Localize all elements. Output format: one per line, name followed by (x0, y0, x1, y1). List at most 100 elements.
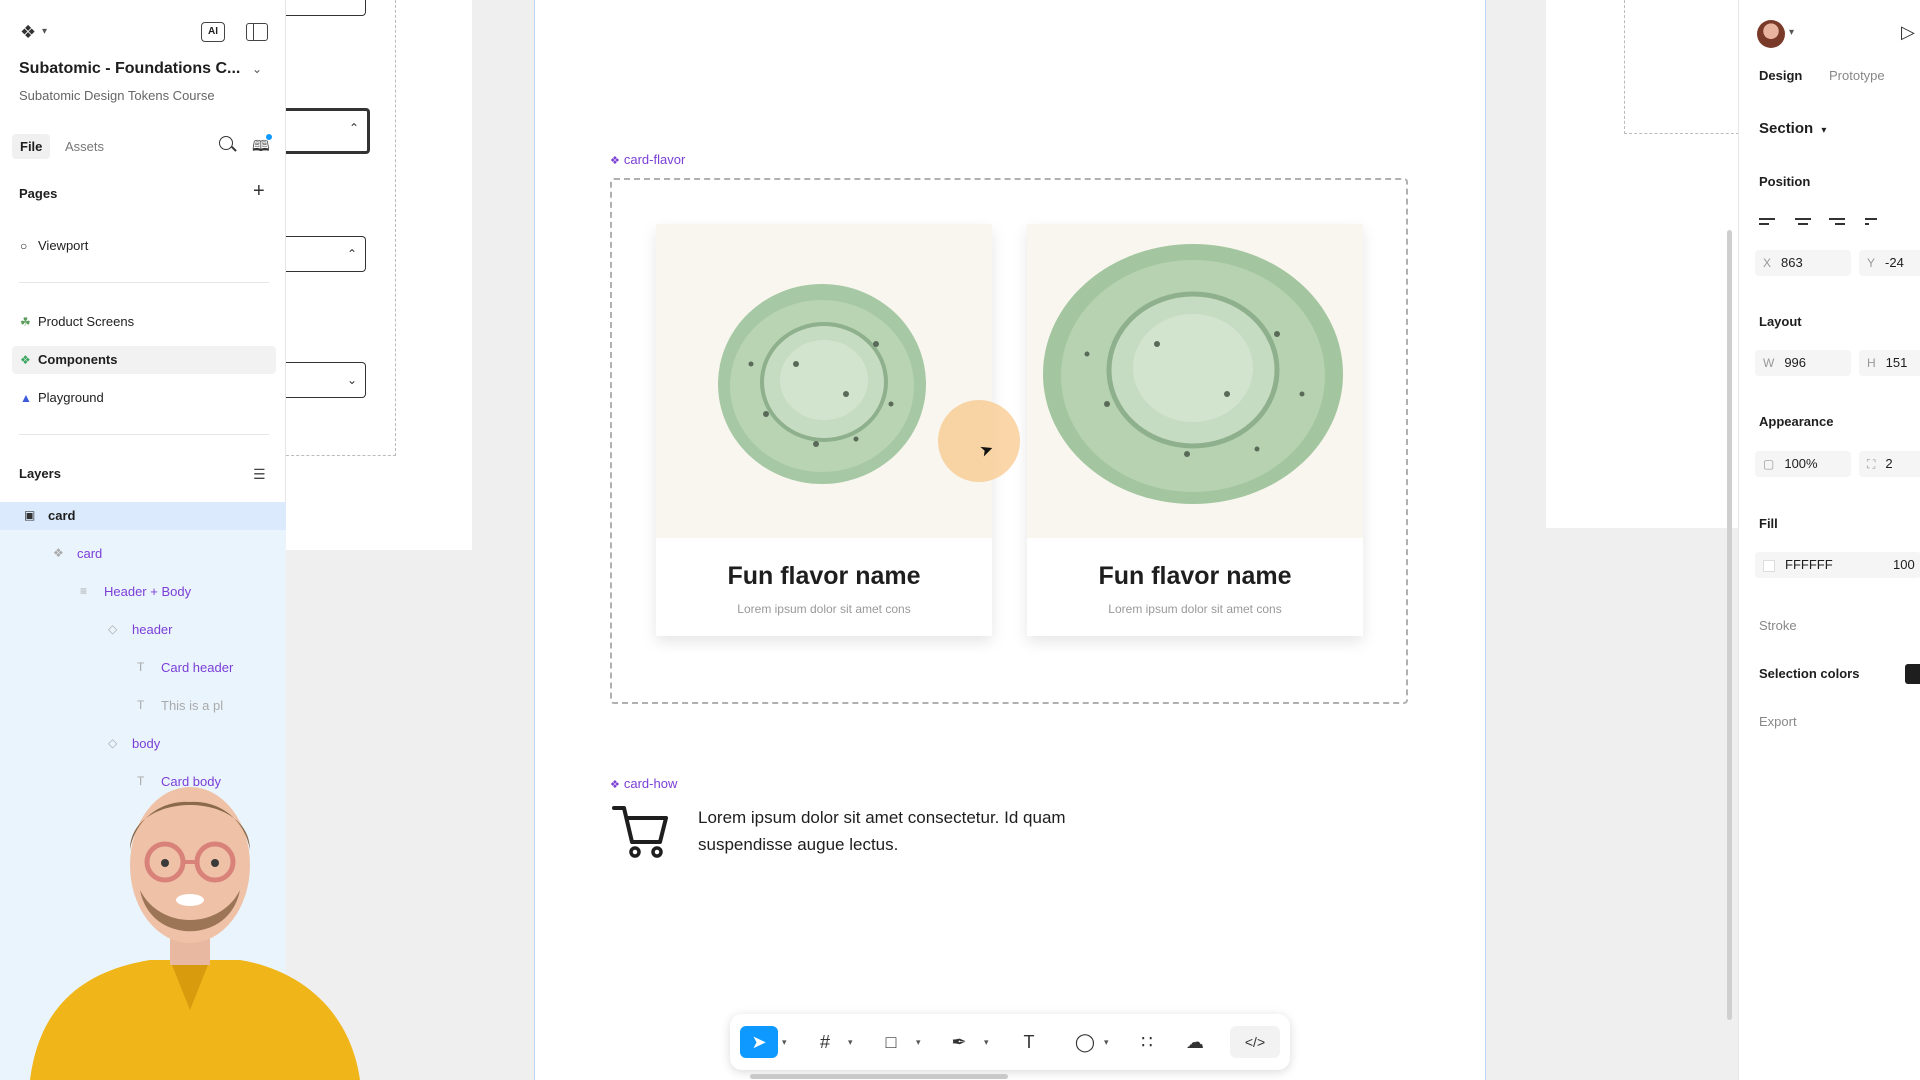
text-tool-icon[interactable]: T (1014, 1026, 1044, 1058)
user-avatar[interactable] (1757, 20, 1785, 48)
corner-radius-field[interactable]: ⛶ 2 (1859, 451, 1920, 477)
page-item-playground[interactable]: ▲ Playground (12, 384, 276, 412)
figma-logo-icon[interactable]: ❖ (20, 22, 36, 43)
layer-card-frame[interactable]: ▣ card (24, 508, 75, 523)
selection-color-swatch[interactable] (1905, 664, 1920, 684)
chevron-down-icon[interactable]: ▾ (1104, 1026, 1109, 1058)
actions-tool-icon[interactable]: ∷ (1132, 1026, 1162, 1058)
opacity-icon: ▢ (1763, 457, 1775, 471)
pages-header: Pages (19, 186, 58, 201)
layer-label: This is a pl (161, 698, 224, 713)
x-position-field[interactable]: X 863 (1755, 250, 1851, 276)
vertical-scrollbar[interactable] (1727, 230, 1732, 1020)
flavor-card[interactable]: Fun flavor name Lorem ipsum dolor sit am… (1027, 224, 1363, 636)
page-label: Components (38, 352, 118, 367)
card-subtitle: Lorem ipsum dolor sit amet cons (737, 602, 911, 616)
add-page-icon[interactable]: + (253, 181, 265, 201)
layer-label: Header + Body (104, 584, 192, 599)
move-tool-icon[interactable]: ➤ (740, 1026, 778, 1058)
layer-header-body[interactable]: ≡ Header + Body (80, 584, 192, 599)
x-label: X (1763, 256, 1772, 270)
chevron-down-icon[interactable]: ▾ (782, 1026, 787, 1058)
autolayout-icon: ≡ (80, 584, 88, 598)
chevron-down-icon[interactable]: ▾ (848, 1026, 853, 1058)
fill-hex: FFFFFF (1785, 557, 1833, 572)
layers-options-icon[interactable]: ☰ (253, 466, 266, 483)
dev-mode-icon[interactable]: </> (1230, 1026, 1280, 1058)
y-value: -24 (1885, 255, 1904, 270)
chevron-down-icon[interactable]: ▾ (1789, 27, 1794, 38)
component-icon: ❖ (610, 155, 620, 167)
layer-label: header (132, 622, 173, 637)
dropdown-preview: ⌃ (286, 0, 366, 16)
layer-card-component[interactable]: ❖ card (53, 546, 103, 561)
search-icon[interactable] (219, 136, 233, 150)
tab-assets[interactable]: Assets (65, 139, 104, 154)
radius-value: 2 (1885, 456, 1893, 471)
card-flavor-label[interactable]: ❖ card-flavor (610, 152, 685, 167)
file-subtitle: Subatomic Design Tokens Course (19, 88, 215, 103)
layer-this-is-a-pl[interactable]: T This is a pl (137, 698, 224, 713)
chevron-down-icon[interactable]: ▾ (42, 26, 47, 37)
chevron-down-icon[interactable]: ⌄ (252, 62, 262, 76)
export-header[interactable]: Export (1759, 714, 1797, 729)
page-item-viewport[interactable]: ○ Viewport (12, 232, 276, 260)
tab-design[interactable]: Design (1759, 68, 1802, 83)
page-item-components[interactable]: ❖ Components (12, 346, 276, 374)
fill-header: Fill (1759, 516, 1778, 531)
width-field[interactable]: W 996 (1755, 350, 1851, 376)
page-label: Product Screens (38, 314, 135, 329)
ai-icon[interactable]: AI (201, 22, 225, 42)
card-how-label[interactable]: ❖ card-how (610, 776, 677, 791)
align-top-icon[interactable] (1865, 218, 1887, 234)
horizontal-scrollbar[interactable] (750, 1074, 1008, 1079)
card-how-component[interactable]: Lorem ipsum dolor sit amet consectetur. … (612, 800, 1112, 860)
layers-header: Layers (19, 466, 61, 481)
right-panel: ▾ ▷ Design Prototype Section ▾ Position … (1738, 0, 1920, 1080)
text-icon: T (137, 660, 145, 674)
stroke-header[interactable]: Stroke (1759, 618, 1797, 633)
card-title: Fun flavor name (1098, 562, 1292, 590)
y-position-field[interactable]: Y -24 (1859, 250, 1920, 276)
w-label: W (1763, 356, 1775, 370)
align-center-icon[interactable] (1795, 218, 1817, 234)
tab-file[interactable]: File (12, 134, 51, 159)
pen-tool-icon[interactable]: ✒ (944, 1026, 974, 1058)
tab-prototype[interactable]: Prototype (1829, 68, 1885, 83)
sidebar-toggle-icon[interactable] (246, 23, 268, 41)
leaf-icon: ☘ (20, 315, 31, 329)
opacity-field[interactable]: ▢ 100% (1755, 451, 1851, 477)
comment-tool-icon[interactable]: ◯ (1070, 1026, 1100, 1058)
play-icon[interactable]: ▷ (1901, 22, 1915, 43)
fill-field[interactable]: FFFFFF 100 (1755, 552, 1920, 578)
frame-tool-icon[interactable]: # (810, 1026, 840, 1058)
w-value: 996 (1784, 355, 1807, 370)
ice-cream-image (1027, 224, 1363, 538)
layer-label: Card header (161, 660, 234, 675)
canvas[interactable]: ⌃ ⌃ ⌃ ⌄ ❖card-flavor Fun flavor name (286, 0, 1738, 1080)
appearance-header: Appearance (1759, 414, 1834, 429)
chevron-down-icon[interactable]: ▾ (916, 1026, 921, 1058)
opacity-value: 100% (1784, 456, 1818, 471)
align-right-icon[interactable] (1829, 218, 1851, 234)
file-title[interactable]: Subatomic - Foundations C... (19, 60, 240, 78)
height-field[interactable]: H 151 (1859, 350, 1920, 376)
ai-tool-icon[interactable]: ☁ (1180, 1026, 1210, 1058)
page-item-product-screens[interactable]: ☘ Product Screens (12, 308, 276, 336)
layer-body[interactable]: ◇ body (108, 736, 160, 751)
selection-colors-header: Selection colors (1759, 666, 1860, 681)
fill-opacity: 100 (1893, 557, 1915, 572)
chevron-down-icon[interactable]: ▾ (984, 1026, 989, 1058)
align-left-icon[interactable] (1759, 218, 1781, 234)
layer-label: card (77, 546, 103, 561)
ice-cream-image (656, 224, 992, 538)
divider (19, 434, 269, 435)
layer-card-header[interactable]: T Card header (137, 660, 234, 675)
rectangle-tool-icon[interactable]: □ (876, 1026, 906, 1058)
section-outline-right (1624, 0, 1738, 134)
layer-header[interactable]: ◇ header (108, 622, 173, 637)
selection-type-dropdown[interactable]: Section ▾ (1759, 120, 1826, 137)
webcam-overlay (30, 787, 360, 1080)
component-icon: ❖ (610, 779, 620, 791)
card-how-text: Lorem ipsum dolor sit amet consectetur. … (698, 808, 1066, 854)
